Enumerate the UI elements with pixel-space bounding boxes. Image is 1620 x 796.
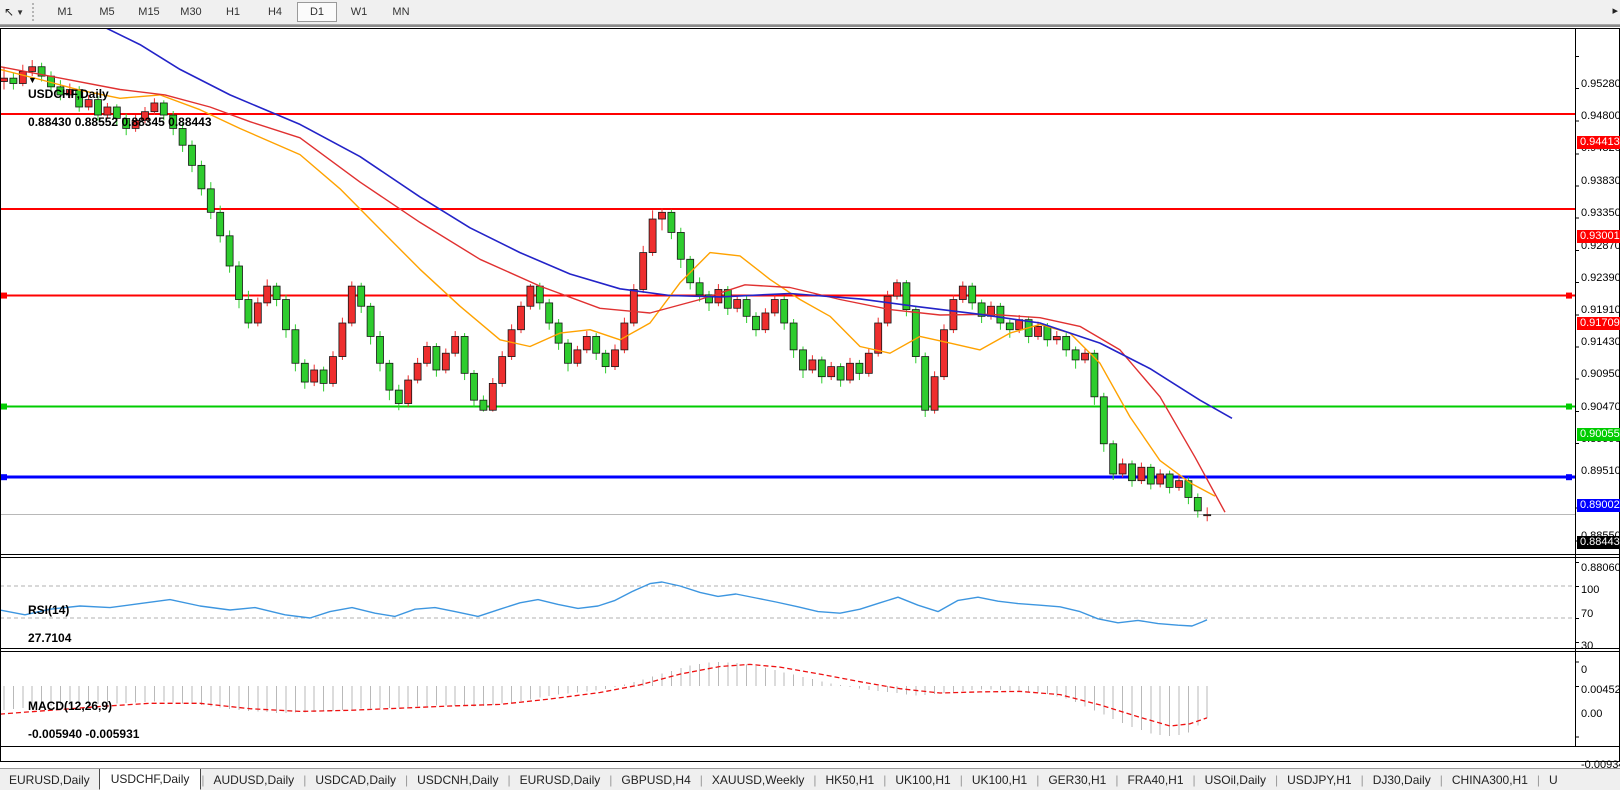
price-tick-0.93350: 0.93350 — [1581, 207, 1620, 220]
bottom-margin — [0, 790, 1620, 796]
chart-tab-u[interactable]: U — [1540, 770, 1567, 790]
level-badge-0.91709: 0.91709 — [1577, 317, 1620, 330]
chart-tab-china300-h1[interactable]: CHINA300,H1 — [1443, 770, 1537, 790]
timeframe-button-w1[interactable]: W1 — [339, 2, 379, 22]
ohlc-values: 0.88430 0.88552 0.88345 0.88443 — [28, 115, 212, 129]
timeframe-button-mn[interactable]: MN — [381, 2, 421, 22]
chart-tab-uk100-h1[interactable]: UK100,H1 — [886, 770, 959, 790]
rsi-indicator-label: RSI(14) 27.7104 — [8, 589, 71, 659]
timeframe-button-d1[interactable]: D1 — [297, 2, 337, 22]
price-tick-0.94800: 0.94800 — [1581, 110, 1620, 123]
cursor-tool-icon[interactable]: ↖ — [4, 5, 14, 19]
chart-tab-eurusd-daily[interactable]: EURUSD,Daily — [511, 770, 610, 790]
price-tick-0.88060: 0.88060 — [1581, 562, 1620, 575]
macd-current-values: -0.005940 -0.005931 — [28, 727, 139, 741]
price-tick-0.92390: 0.92390 — [1581, 272, 1620, 285]
macd-name: MACD(12,26,9) — [28, 699, 112, 713]
level-badge-0.89002: 0.89002 — [1577, 499, 1620, 512]
rsi-name: RSI(14) — [28, 603, 69, 617]
rsi-tick-70: 70 — [1581, 608, 1593, 621]
chart-tab-usdcad-daily[interactable]: USDCAD,Daily — [306, 770, 405, 790]
hline-handle-left — [1, 474, 7, 480]
chart-tab-bar: EURUSD,DailyUSDCHF,Daily|AUDUSD,Daily|US… — [0, 768, 1620, 791]
timeframe-button-m30[interactable]: M30 — [171, 2, 211, 22]
level-badge-0.90055: 0.90055 — [1577, 428, 1620, 441]
chart-title: ▼ USDCHF,Daily 0.88430 0.88552 0.88345 0… — [8, 59, 212, 143]
chart-window: ▼ USDCHF,Daily 0.88430 0.88552 0.88345 0… — [0, 28, 1620, 762]
mt4-terminal: ↖ ▼ M1M5M15M30H1H4D1W1MN ▼ USDCHF,Daily … — [0, 0, 1620, 796]
chart-tab-usoil-daily[interactable]: USOil,Daily — [1196, 770, 1275, 790]
tab-scroll-right-icon[interactable]: ▸ — [1612, 4, 1618, 17]
macd-indicator-label: MACD(12,26,9) -0.005940 -0.005931 — [8, 685, 139, 755]
main-panel-layer — [0, 28, 1575, 521]
price-chart-canvas[interactable] — [0, 28, 1620, 796]
chart-tab-usdjpy-h1[interactable]: USDJPY,H1 — [1278, 770, 1360, 790]
level-badge-0.94413: 0.94413 — [1577, 136, 1620, 149]
rsi-tick-100: 100 — [1581, 584, 1599, 597]
price-tick-0.91430: 0.91430 — [1581, 336, 1620, 349]
chart-tab-usdcnh-daily[interactable]: USDCNH,Daily — [408, 770, 507, 790]
price-tick-0.90470: 0.90470 — [1581, 401, 1620, 414]
price-tick-0.90950: 0.90950 — [1581, 368, 1620, 381]
collapse-arrow-icon[interactable]: ▼ — [28, 75, 37, 85]
chart-tab-fra40-h1[interactable]: FRA40,H1 — [1118, 770, 1192, 790]
rsi-current-value: 27.7104 — [28, 631, 71, 645]
timeframe-button-m1[interactable]: M1 — [45, 2, 85, 22]
timeframe-button-h1[interactable]: H1 — [213, 2, 253, 22]
toolbar-grip-handle[interactable] — [32, 3, 38, 21]
price-tick-0.95280: 0.95280 — [1581, 78, 1620, 91]
rsi-panel-layer — [0, 582, 1575, 626]
hline-handle-left — [1, 293, 7, 299]
chevron-down-icon[interactable]: ▼ — [16, 8, 24, 17]
hline-handle-left — [1, 404, 7, 410]
macd-panel-layer — [0, 662, 1207, 736]
toolbar-divider-shadow — [0, 25, 1620, 27]
chart-tab-xauusd-weekly[interactable]: XAUUSD,Weekly — [703, 770, 813, 790]
timeframe-buttons: M1M5M15M30H1H4D1W1MN — [44, 2, 422, 22]
price-tick-0.93830: 0.93830 — [1581, 175, 1620, 188]
chart-tab-eurusd-daily[interactable]: EURUSD,Daily — [0, 770, 99, 790]
rsi-tick-30: 30 — [1581, 640, 1593, 653]
chart-tab-ger30-h1[interactable]: GER30,H1 — [1039, 770, 1115, 790]
chart-tab-hk50-h1[interactable]: HK50,H1 — [816, 770, 883, 790]
macd-tick-0.004527: 0.004527 — [1581, 684, 1620, 697]
current-price-badge: 0.88443 — [1577, 536, 1620, 549]
symbol-period-label: USDCHF,Daily — [28, 87, 109, 101]
hline-handle-right — [1566, 404, 1572, 410]
chart-tab-dj30-daily[interactable]: DJ30,Daily — [1364, 770, 1440, 790]
timeframe-button-h4[interactable]: H4 — [255, 2, 295, 22]
chart-tab-uk100-h1[interactable]: UK100,H1 — [963, 770, 1036, 790]
timeframe-button-m5[interactable]: M5 — [87, 2, 127, 22]
chart-tab-usdchf-daily[interactable]: USDCHF,Daily — [99, 768, 202, 790]
hline-handle-right — [1566, 474, 1572, 480]
timeframe-toolbar: ↖ ▼ M1M5M15M30H1H4D1W1MN — [0, 0, 1620, 24]
chart-tab-gbpusd-h4[interactable]: GBPUSD,H4 — [612, 770, 699, 790]
rsi-tick-0: 0 — [1581, 664, 1587, 677]
price-tick-0.89510: 0.89510 — [1581, 465, 1620, 478]
price-tick-0.91910: 0.91910 — [1581, 304, 1620, 317]
chart-tab-audusd-daily[interactable]: AUDUSD,Daily — [205, 770, 304, 790]
hline-handle-right — [1566, 293, 1572, 299]
level-badge-0.93001: 0.93001 — [1577, 230, 1620, 243]
timeframe-button-m15[interactable]: M15 — [129, 2, 169, 22]
macd-tick-0.00: 0.00 — [1581, 708, 1602, 721]
